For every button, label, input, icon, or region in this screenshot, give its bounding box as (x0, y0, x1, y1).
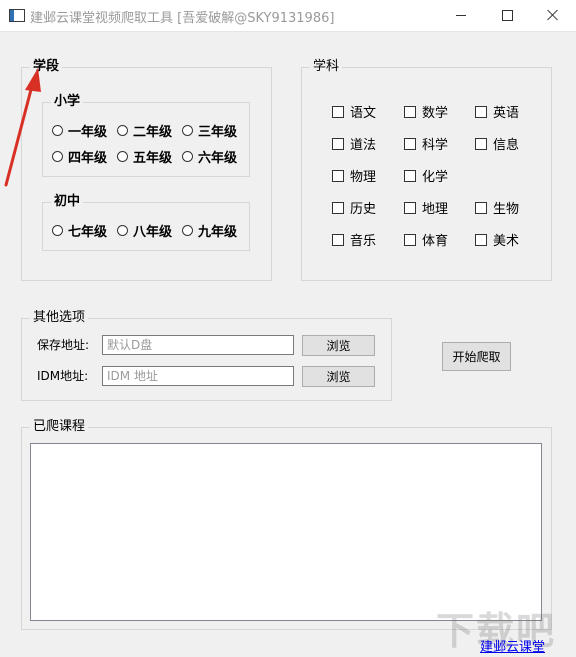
maximize-button[interactable] (484, 0, 530, 30)
checkbox-box (475, 201, 487, 214)
radio-label: 九年级 (198, 225, 238, 240)
checkbox-label: 生物 (493, 202, 520, 217)
checkbox-label: 美术 (493, 234, 520, 249)
start-crawl-button[interactable]: 开始爬取 (442, 342, 511, 371)
checkbox-label: 语文 (350, 106, 377, 121)
checkbox-subject-dili[interactable]: 地理 (404, 198, 448, 217)
checkbox-box (404, 137, 416, 150)
checkbox-subject-meishu[interactable]: 美术 (475, 230, 519, 249)
checkbox-subject-shuxue[interactable]: 数学 (404, 102, 448, 121)
checkbox-subject-lishi[interactable]: 历史 (332, 198, 376, 217)
checkbox-subject-daofa[interactable]: 道法 (332, 134, 376, 153)
radio-grade-9[interactable]: 九年级 (182, 221, 237, 240)
checkbox-box (332, 105, 344, 118)
radio-circle (117, 151, 128, 162)
checkbox-label: 英语 (493, 106, 520, 121)
browse-save-button[interactable]: 浏览 (302, 335, 375, 356)
checkbox-box (332, 137, 344, 150)
checkbox-label: 信息 (493, 138, 520, 153)
minimize-icon (456, 14, 466, 16)
maximize-icon (501, 9, 513, 21)
radio-circle (52, 225, 63, 236)
checkbox-box (475, 105, 487, 118)
checkbox-box (332, 169, 344, 182)
footer-link[interactable]: 建邺云课堂 (480, 636, 545, 655)
checkbox-box (404, 169, 416, 182)
radio-grade-8[interactable]: 八年级 (117, 221, 172, 240)
subject-group-title: 学科 (310, 59, 343, 75)
radio-grade-1[interactable]: 一年级 (52, 121, 107, 140)
checkbox-label: 科学 (422, 138, 449, 153)
radio-label: 四年级 (68, 151, 108, 166)
browse-idm-button[interactable]: 浏览 (302, 366, 375, 387)
radio-circle (182, 225, 193, 236)
crawled-courses-title: 已爬课程 (30, 419, 89, 435)
close-button[interactable] (530, 0, 576, 30)
window-title: 建邺云课堂视频爬取工具 [吾爱破解@SKY9131986] (30, 11, 335, 26)
radio-label: 五年级 (133, 151, 173, 166)
radio-circle (117, 125, 128, 136)
checkbox-subject-yingyu[interactable]: 英语 (475, 102, 519, 121)
annotation-arrow-icon (4, 68, 41, 187)
checkbox-subject-yuwen[interactable]: 语文 (332, 102, 376, 121)
checkbox-label: 体育 (422, 234, 449, 249)
checkbox-box (475, 137, 487, 150)
radio-label: 一年级 (68, 125, 108, 140)
radio-label: 二年级 (133, 125, 173, 140)
checkbox-subject-xinxi[interactable]: 信息 (475, 134, 519, 153)
radio-label: 三年级 (198, 125, 238, 140)
app-icon (9, 9, 25, 22)
checkbox-subject-tiyu[interactable]: 体育 (404, 230, 448, 249)
checkbox-label: 数学 (422, 106, 449, 121)
close-icon (547, 9, 559, 21)
radio-grade-4[interactable]: 四年级 (52, 147, 107, 166)
checkbox-subject-wuli[interactable]: 物理 (332, 166, 376, 185)
checkbox-box (404, 233, 416, 246)
checkbox-label: 化学 (422, 170, 449, 185)
checkbox-label: 物理 (350, 170, 377, 185)
crawled-courses-list[interactable] (30, 443, 542, 621)
checkbox-box (404, 105, 416, 118)
radio-grade-5[interactable]: 五年级 (117, 147, 172, 166)
checkbox-subject-kexue[interactable]: 科学 (404, 134, 448, 153)
radio-label: 七年级 (68, 225, 108, 240)
checkbox-box (475, 233, 487, 246)
title-bar: 建邺云课堂视频爬取工具 [吾爱破解@SKY9131986] (0, 0, 576, 32)
checkbox-label: 音乐 (350, 234, 377, 249)
idm-path-input[interactable] (102, 366, 294, 386)
checkbox-subject-huaxue[interactable]: 化学 (404, 166, 448, 185)
save-path-label: 保存地址: (37, 338, 90, 352)
radio-circle (182, 125, 193, 136)
checkbox-label: 地理 (422, 202, 449, 217)
radio-label: 八年级 (133, 225, 173, 240)
radio-grade-3[interactable]: 三年级 (182, 121, 237, 140)
radio-grade-2[interactable]: 二年级 (117, 121, 172, 140)
other-options-title: 其他选项 (30, 310, 89, 326)
radio-circle (182, 151, 193, 162)
save-path-input[interactable] (102, 335, 294, 355)
minimize-button[interactable] (438, 0, 484, 30)
checkbox-label: 历史 (350, 202, 377, 217)
checkbox-box (332, 201, 344, 214)
radio-grade-6[interactable]: 六年级 (182, 147, 237, 166)
middle-group-title: 初中 (51, 194, 84, 210)
checkbox-label: 道法 (350, 138, 377, 153)
radio-grade-7[interactable]: 七年级 (52, 221, 107, 240)
checkbox-box (404, 201, 416, 214)
radio-circle (117, 225, 128, 236)
radio-label: 六年级 (198, 151, 238, 166)
other-options-groupbox: 其他选项 (21, 310, 392, 401)
checkbox-subject-shengwu[interactable]: 生物 (475, 198, 519, 217)
checkbox-box (332, 233, 344, 246)
checkbox-subject-yinyue[interactable]: 音乐 (332, 230, 376, 249)
idm-path-label: IDM地址: (37, 369, 89, 383)
